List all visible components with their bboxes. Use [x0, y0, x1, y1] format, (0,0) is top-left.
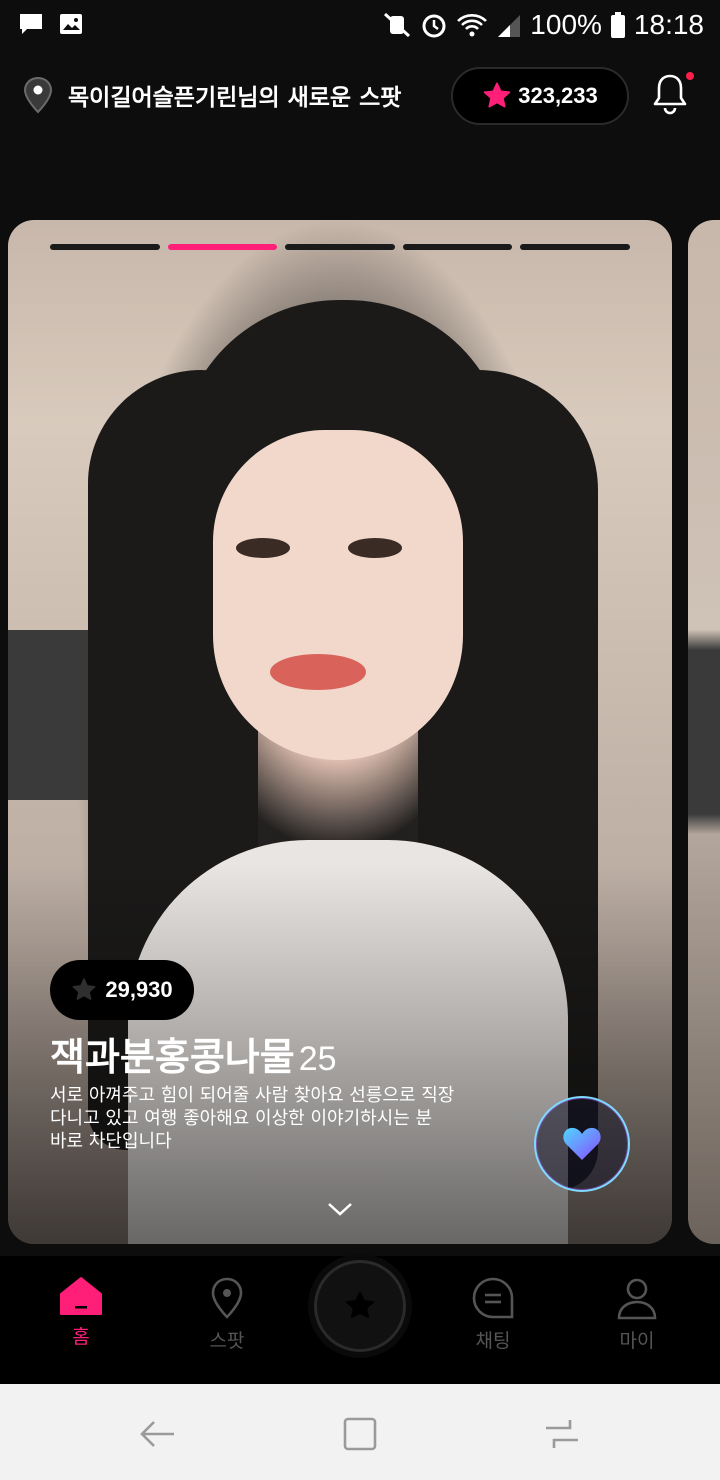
- like-button[interactable]: [534, 1096, 630, 1192]
- nav-my[interactable]: 마이: [582, 1276, 692, 1353]
- nav-my-label: 마이: [619, 1330, 655, 1352]
- photo-face: [213, 430, 463, 760]
- system-navigation-bar: [0, 1384, 720, 1480]
- profile-age: 25: [298, 1040, 337, 1078]
- profile-name: 잭과분홍콩나물: [50, 1035, 295, 1079]
- photo-lips: [270, 654, 366, 690]
- progress-segment: [285, 244, 395, 250]
- profile-bio: 서로 아껴주고 힘이 되어줄 사람 찾아요 선릉으로 직장 다니고 있고 여행 …: [50, 1085, 455, 1152]
- home-square-icon[interactable]: [340, 1414, 380, 1454]
- nav-spot[interactable]: 스팟: [172, 1276, 282, 1353]
- profile-card[interactable]: 29,930 잭과분홍콩나물 25 서로 아껴주고 힘이 되어줄 사람 찾아요 …: [8, 220, 672, 1244]
- location-title: 목이길어슬픈기린님의 새로운 스팟: [68, 85, 402, 111]
- status-bar: 100% 18:18: [0, 0, 720, 50]
- photo-progress-bar: [50, 244, 630, 250]
- nav-spot-label: 스팟: [209, 1330, 245, 1352]
- progress-segment: [50, 244, 160, 250]
- alarm-icon: [422, 14, 446, 38]
- image-icon: [60, 14, 82, 34]
- center-star-button[interactable]: [314, 1260, 406, 1352]
- location-selector[interactable]: 목이길어슬픈기린님의 새로운 스팟: [22, 76, 401, 114]
- star-balance-button[interactable]: 323,233: [451, 67, 629, 125]
- star-balance: 323,233: [518, 83, 598, 108]
- heart-icon: [563, 1127, 601, 1160]
- location-pin-icon: [211, 1277, 243, 1319]
- profile-name-row: 잭과분홍콩나물 25: [50, 1026, 337, 1081]
- recent-apps-icon[interactable]: [542, 1414, 582, 1454]
- next-profile-card-peek[interactable]: [688, 220, 720, 1244]
- notification-bell-icon[interactable]: [650, 72, 690, 116]
- star-icon: [484, 82, 511, 108]
- battery-percent: 100%: [530, 9, 602, 40]
- nav-chat-label: 채팅: [475, 1330, 511, 1352]
- score-badge: 29,930: [50, 960, 194, 1020]
- battery-icon: [610, 12, 625, 38]
- nav-home[interactable]: 홈: [26, 1276, 136, 1349]
- progress-segment: [520, 244, 630, 250]
- star-icon: [345, 1291, 375, 1319]
- mute-icon: [384, 12, 411, 38]
- notification-badge: [686, 72, 694, 80]
- location-pin-icon: [23, 76, 53, 114]
- chat-bubble-icon: [20, 14, 42, 34]
- expand-chevron-icon[interactable]: [326, 1200, 354, 1218]
- back-icon[interactable]: [138, 1414, 178, 1454]
- home-icon: [60, 1277, 102, 1315]
- clock: 18:18: [633, 9, 704, 40]
- photo-eye-right: [348, 538, 402, 558]
- progress-segment: [167, 244, 278, 250]
- nav-chat[interactable]: 채팅: [438, 1276, 548, 1353]
- bottom-navigation: 홈 스팟 채팅 마이: [0, 1256, 720, 1384]
- chat-icon: [472, 1277, 514, 1319]
- person-icon: [617, 1278, 657, 1320]
- app-header: 목이길어슬픈기린님의 새로운 스팟 323,233: [0, 50, 720, 160]
- wifi-icon: [457, 14, 488, 37]
- progress-segment: [402, 244, 513, 250]
- photo-eye-left: [236, 538, 290, 558]
- star-icon: [72, 978, 96, 1000]
- nav-home-label: 홈: [72, 1326, 90, 1348]
- signal-icon: [498, 15, 521, 37]
- score-value: 29,930: [105, 977, 173, 1002]
